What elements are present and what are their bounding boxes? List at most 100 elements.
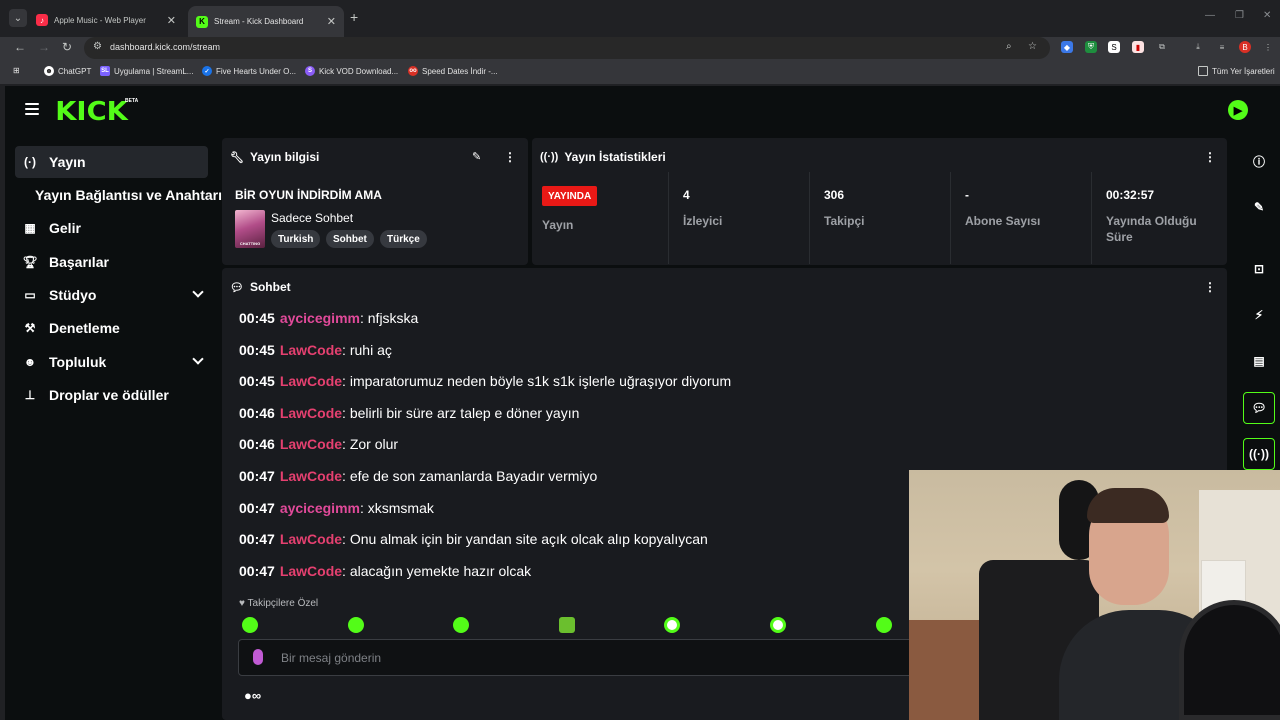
bookmark-streamlabs[interactable]: SL Uygulama | StreamL... [100, 66, 193, 76]
sidebar-item-studyo[interactable]: ▭ Stüdyo [15, 279, 208, 311]
forward-icon[interactable]: → [38, 40, 50, 54]
message-username[interactable]: aycicegimm [280, 500, 360, 516]
emote-icon[interactable] [559, 617, 575, 633]
screenshot-icon[interactable]: ⊡ [1246, 256, 1272, 282]
profile-avatar-icon[interactable]: B [1239, 41, 1251, 53]
new-tab-button[interactable]: + [350, 9, 358, 25]
chat-message[interactable]: 00:47 aycicegimm: xksmsmak [239, 500, 909, 532]
extension-shield-icon[interactable]: ⛨ [1085, 41, 1097, 53]
chat-message[interactable]: 00:45 LawCode: ruhi aç [239, 342, 909, 374]
extension-bottle-icon[interactable]: ▮ [1132, 41, 1144, 53]
stat-value: 4 [683, 188, 690, 202]
extension-icon[interactable]: ◆ [1061, 41, 1073, 53]
extension-s-icon[interactable]: S [1108, 41, 1120, 53]
kick-logo[interactable]: KICK [55, 97, 128, 127]
chevron-down-icon[interactable] [192, 353, 204, 365]
webcam-overlay [909, 470, 1280, 720]
sidebar-item-droplar[interactable]: ⊥ Droplar ve ödüller [15, 379, 208, 411]
message-username[interactable]: LawCode [280, 342, 342, 358]
message-username[interactable]: LawCode [280, 405, 342, 421]
browser-menu-icon[interactable]: ⋮ [1262, 41, 1274, 53]
sidebar-item-label: Topluluk [49, 354, 107, 370]
cam-furniture [909, 620, 989, 720]
bookmark-star-icon[interactable]: ☆ [1028, 41, 1037, 52]
tab-kick-dashboard[interactable]: K Stream - Kick Dashboard ✕ [188, 6, 344, 37]
bookmark-speed-dates[interactable]: oo Speed Dates İndir -... [408, 66, 498, 76]
category-thumbnail[interactable]: CHATTING [235, 210, 265, 248]
broadcast-toggle-icon[interactable]: ((·)) [1243, 438, 1275, 470]
site-info-icon[interactable]: ⚙ [93, 41, 102, 52]
tab-search-icon[interactable]: ⌄ [9, 9, 27, 27]
tag[interactable]: Sohbet [326, 230, 374, 248]
chat-message[interactable]: 00:47 LawCode: Onu almak için bir yandan … [239, 531, 909, 563]
url-text[interactable]: dashboard.kick.com/stream [110, 42, 220, 52]
minimize-icon[interactable]: — [1205, 10, 1215, 21]
message-username[interactable]: LawCode [280, 531, 342, 547]
sidebar-item-denetleme[interactable]: ⚒ Denetleme [15, 312, 208, 344]
zoom-icon[interactable]: ⌕ [1006, 41, 1012, 52]
close-tab-icon[interactable]: ✕ [327, 15, 336, 28]
stream-category[interactable]: Sadece Sohbet [271, 211, 353, 225]
message-text: xksmsmak [367, 499, 434, 516]
sidebar-item-gelir[interactable]: ▦ Gelir [15, 212, 208, 244]
chat-message[interactable]: 00:46 LawCode: Zor olur [239, 436, 909, 468]
extensions-puzzle-icon[interactable]: ⧉ [1156, 41, 1168, 53]
message-username[interactable]: LawCode [280, 436, 342, 452]
restore-icon[interactable]: ❐ [1235, 10, 1244, 21]
emote-icon[interactable] [453, 617, 469, 633]
menu-icon[interactable] [25, 103, 39, 115]
close-tab-icon[interactable]: ✕ [167, 14, 176, 27]
bookmark-chatgpt[interactable]: ⊛ ChatGPT [44, 66, 91, 76]
emote-icon[interactable] [876, 617, 892, 633]
sidebar-item-yayin[interactable]: (·) Yayın [15, 146, 208, 178]
microphone-icon[interactable] [253, 649, 263, 665]
sidebar-item-label: Yayın Bağlantısı ve Anahtarı [35, 187, 222, 203]
message-username[interactable]: LawCode [280, 563, 342, 579]
message-username[interactable]: LawCode [280, 468, 342, 484]
apps-grid-icon[interactable]: ⊞ [13, 66, 20, 75]
chat-message[interactable]: 00:47 LawCode: efe de son zamanlarda Baya… [239, 468, 909, 500]
chat-message[interactable]: 00:46 LawCode: belirli bir süre arz talep… [239, 405, 909, 437]
chat-message[interactable]: 00:45 aycicegimm: nfjskska [239, 310, 909, 342]
sidebar-item-basarilar[interactable]: 🏆︎ Başarılar [15, 246, 208, 278]
stat-viewers: 4 İzleyici [668, 172, 809, 264]
edit-icon[interactable]: ✎ [1246, 194, 1272, 220]
chat-message[interactable]: 00:45 LawCode: imparatorumuz neden böyle … [239, 373, 909, 405]
drops-icon: ⊥ [24, 388, 36, 402]
message-username[interactable]: LawCode [280, 373, 342, 389]
back-icon[interactable]: ← [14, 40, 26, 54]
more-options-icon[interactable]: ⋮ [504, 150, 516, 164]
download-icon[interactable]: ⤓ [1192, 41, 1204, 53]
chevron-down-icon[interactable] [192, 286, 204, 298]
reload-icon[interactable]: ↻ [62, 40, 72, 54]
chat-message-input[interactable]: Bir mesaj gönderin [238, 639, 918, 676]
media-control-icon[interactable]: ≡ [1216, 41, 1228, 53]
emote-icon[interactable] [348, 617, 364, 633]
sidebar-item-stream-key[interactable]: Yayın Bağlantısı ve Anahtarı [15, 179, 222, 211]
tab-title: Apple Music - Web Player [54, 15, 146, 25]
document-icon[interactable]: ▤ [1246, 348, 1272, 374]
bookmark-five-hearts[interactable]: ✓ Five Hearts Under O... [202, 66, 296, 76]
sidebar-item-topluluk[interactable]: ☻ Topluluk [15, 346, 208, 378]
emote-icon[interactable] [664, 617, 680, 633]
tag[interactable]: Turkish [271, 230, 321, 248]
all-bookmarks[interactable]: Tüm Yer İşaretleri [1198, 66, 1275, 76]
tab-apple-music[interactable]: ♪ Apple Music - Web Player ✕ [28, 6, 184, 34]
chat-toggle-icon[interactable]: 💬︎ [1243, 392, 1275, 424]
message-username[interactable]: aycicegimm [280, 310, 360, 326]
bookmark-kick-vod[interactable]: S Kick VOD Download... [305, 66, 398, 76]
edit-icon[interactable]: ✎ [472, 150, 481, 163]
chat-message[interactable]: 00:47 LawCode: alacağın yemekte hazır olc… [239, 563, 909, 595]
emote-icon[interactable] [242, 617, 258, 633]
lightning-icon[interactable]: ⚡︎ [1246, 302, 1272, 328]
info-icon[interactable]: ⓘ [1246, 148, 1272, 174]
close-window-icon[interactable]: ✕ [1263, 10, 1271, 21]
more-options-icon[interactable]: ⋮ [1204, 280, 1216, 294]
address-bar[interactable]: ⚙ dashboard.kick.com/stream ⌕ ☆ [84, 37, 1050, 59]
go-live-icon[interactable]: ▶ [1228, 100, 1248, 120]
more-options-icon[interactable]: ⋮ [1204, 150, 1216, 164]
chat-settings-icon[interactable]: ●∞ [244, 688, 261, 703]
emote-icon[interactable] [770, 617, 786, 633]
tag[interactable]: Türkçe [380, 230, 427, 248]
emote-quick-bar [242, 617, 912, 637]
